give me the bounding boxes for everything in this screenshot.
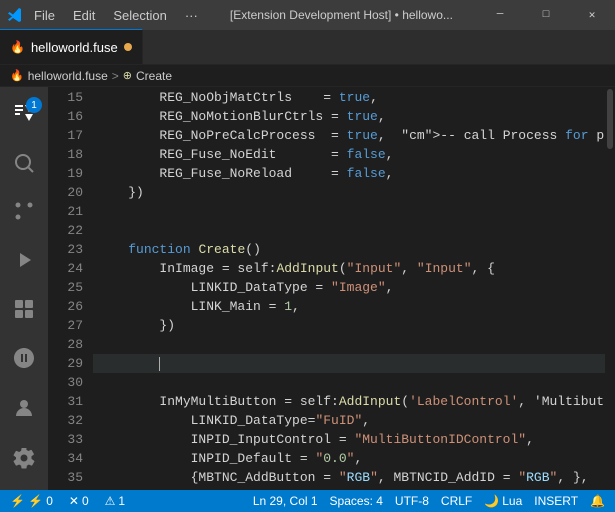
code-line-31: InMyMultiButton = self:AddInput('LabelCo… [93,392,605,411]
main-area: 1 1516171819202122232425262 [0,87,615,490]
status-bar: ⚡ ⚡ 0 ✕ 0 ⚠ 1 Ln 29, Col 1 Spaces: 4 UTF… [0,490,615,512]
status-position-text: Ln 29, Col 1 [253,494,318,508]
code-line-23: function Create() [93,240,605,259]
status-language-text: Lua [502,494,522,508]
code-line-19: REG_Fuse_NoReload = false, [93,164,605,183]
activity-account[interactable] [0,384,48,432]
tab-helloworld[interactable]: 🔥 helloworld.fuse [0,29,143,64]
status-language[interactable]: 🌙 Lua [478,490,528,512]
menu-more[interactable]: ··· [177,6,206,25]
code-area[interactable]: 1516171819202122232425262728293031323334… [48,87,615,490]
status-warning-count: 1 [118,494,125,508]
code-line-18: REG_Fuse_NoEdit = false, [93,145,605,164]
status-line-ending[interactable]: CRLF [435,490,478,512]
code-line-22 [93,221,605,240]
status-encoding-text: UTF-8 [395,494,429,508]
code-line-32: LINKID_DataType="FuID", [93,411,605,430]
code-line-24: InImage = self:AddInput("Input", "Input"… [93,259,605,278]
code-line-33: INPID_InputControl = "MultiButtonIDContr… [93,430,605,449]
code-content[interactable]: REG_NoObjMatCtrls = true, REG_NoMotionBl… [93,87,605,490]
warning-icon: ⚠ [105,494,116,508]
tab-modified-dot [124,43,132,51]
activity-bar: 1 [0,87,48,490]
code-line-25: LINKID_DataType = "Image", [93,278,605,297]
code-line-28 [93,335,605,354]
code-line-15: REG_NoObjMatCtrls = true, [93,88,605,107]
activity-bottom [0,334,48,490]
status-notifications[interactable]: 🔔 [584,490,611,512]
code-line-27: }) [93,316,605,335]
code-line-21 [93,202,605,221]
error-icon: ✕ [69,494,79,508]
breadcrumb-section[interactable]: Create [136,69,172,83]
status-line-ending-text: CRLF [441,494,472,508]
status-error-count: 0 [82,494,89,508]
title-bar: File Edit Selection ··· [Extension Devel… [0,0,615,30]
status-position[interactable]: Ln 29, Col 1 [247,490,324,512]
close-button[interactable]: ✕ [569,0,615,30]
minimize-button[interactable]: ─ [477,0,523,30]
status-mode-text: INSERT [534,494,578,508]
activity-explorer[interactable]: 1 [0,91,48,138]
activity-remote[interactable] [0,334,48,382]
breadcrumb-file[interactable]: helloworld.fuse [28,69,108,83]
code-line-16: REG_NoMotionBlurCtrls = true, [93,107,605,126]
activity-source-control[interactable] [0,188,48,235]
status-spaces-text: Spaces: 4 [330,494,383,508]
breadcrumb-separator: > [112,69,119,83]
status-mode[interactable]: INSERT [528,490,584,512]
code-line-30 [93,373,605,392]
tab-filename: helloworld.fuse [31,40,118,55]
status-errors[interactable]: ✕ 0 [63,490,95,512]
code-line-17: REG_NoPreCalcProcess = true, "cm">-- cal… [93,126,605,145]
code-line-26: LINK_Main = 1, [93,297,605,316]
title-bar-left: File Edit Selection ··· [0,6,206,25]
window-title: [Extension Development Host] • hellowo..… [206,8,477,22]
code-line-29 [93,354,605,373]
status-warnings[interactable]: ⚠ 1 [99,490,131,512]
menu-edit[interactable]: Edit [65,6,103,25]
menu-selection[interactable]: Selection [105,6,174,25]
vscode-icon [6,6,24,24]
tab-bar: 🔥 helloworld.fuse [0,30,615,65]
breadcrumb-section-icon: ⊕ [123,69,132,82]
code-line-35: {MBTNC_AddButton = "RGB", MBTNCID_AddID … [93,468,605,487]
editor: 1516171819202122232425262728293031323334… [48,87,615,490]
remote-icon: ⚡ [10,494,25,508]
breadcrumb: 🔥 helloworld.fuse > ⊕ Create [0,65,615,87]
scrollbar[interactable] [605,87,615,490]
code-line-34: INPID_Default = "0.0", [93,449,605,468]
status-language-icon: 🌙 [484,494,499,508]
status-encoding[interactable]: UTF-8 [389,490,435,512]
activity-badge: 1 [26,97,42,113]
status-remote-text: ⚡ 0 [28,494,53,508]
status-remote[interactable]: ⚡ ⚡ 0 [4,490,59,512]
line-numbers: 1516171819202122232425262728293031323334… [48,87,93,490]
menu-file[interactable]: File [26,6,63,25]
activity-search[interactable] [0,140,48,187]
status-spaces[interactable]: Spaces: 4 [324,490,389,512]
bell-icon: 🔔 [590,494,605,508]
code-line-20: }) [93,183,605,202]
breadcrumb-icon: 🔥 [10,69,24,82]
activity-extensions[interactable] [0,285,48,332]
activity-run[interactable] [0,237,48,284]
window-controls: ─ □ ✕ [477,0,615,30]
activity-settings[interactable] [0,434,48,482]
maximize-button[interactable]: □ [523,0,569,30]
status-right: Ln 29, Col 1 Spaces: 4 UTF-8 CRLF 🌙 Lua … [247,490,611,512]
scrollbar-thumb[interactable] [607,89,613,149]
tab-fuse-icon: 🔥 [10,40,25,54]
